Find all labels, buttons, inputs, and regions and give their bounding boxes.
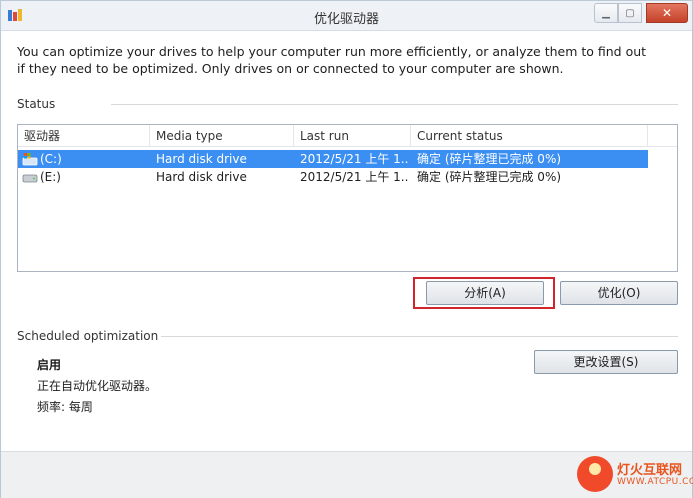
column-header-last-run[interactable]: Last run: [294, 125, 411, 147]
hard-drive-icon: [22, 174, 38, 183]
watermark-name: 灯火互联网: [617, 463, 683, 478]
analyze-button[interactable]: 分析(A): [426, 281, 544, 305]
system-drive-icon: [22, 153, 38, 166]
schedule-frequency: 频率: 每周: [37, 400, 93, 414]
status-section-label: Status: [17, 97, 56, 111]
column-header-drive[interactable]: 驱动器: [18, 125, 150, 147]
drive-list[interactable]: 驱动器 Media type Last run Current status (…: [17, 124, 678, 272]
intro-text: You can optimize your drives to help you…: [17, 44, 647, 76]
list-header: 驱动器 Media type Last run Current status: [18, 125, 677, 147]
maximize-icon: ▢: [625, 7, 635, 19]
watermark-url: WWW.ATCPU.COM: [617, 477, 693, 487]
media-type: Hard disk drive: [156, 152, 247, 166]
maximize-button[interactable]: ▢: [618, 3, 642, 23]
close-button[interactable]: ✕: [646, 3, 688, 23]
optimize-button[interactable]: 优化(O): [560, 281, 678, 305]
last-run: 2012/5/21 上午 1...: [300, 152, 408, 166]
minimize-button[interactable]: ▁: [594, 3, 618, 23]
last-run: 2012/5/21 上午 1...: [300, 170, 408, 184]
scheduled-section-label: Scheduled optimization: [17, 329, 159, 343]
scheduled-divider: [161, 336, 678, 337]
status-divider: [111, 104, 678, 105]
current-status: 确定 (碎片整理已完成 0%): [417, 170, 562, 184]
current-status: 确定 (碎片整理已完成 0%): [417, 152, 562, 166]
optimize-drives-window: 优化驱动器 ▁ ▢ ✕ You can optimize your drives…: [0, 0, 693, 498]
change-settings-button[interactable]: 更改设置(S): [534, 350, 678, 374]
column-header-current-status[interactable]: Current status: [411, 125, 648, 147]
schedule-description: 正在自动优化驱动器。: [37, 379, 158, 393]
title-bar: 优化驱动器 ▁ ▢ ✕: [1, 1, 692, 31]
minimize-icon: ▁: [602, 7, 610, 19]
drive-row-e[interactable]: (E:) Hard disk drive 2012/5/21 上午 1... 确…: [18, 168, 648, 186]
close-icon: ✕: [661, 6, 673, 20]
column-header-media-type[interactable]: Media type: [150, 125, 294, 147]
media-type: Hard disk drive: [156, 170, 247, 184]
window-title: 优化驱动器: [313, 12, 379, 27]
schedule-state: 启用: [37, 358, 62, 372]
drive-name: (E:): [40, 170, 61, 184]
watermark-logo-dot: [589, 463, 601, 475]
drive-name: (C:): [40, 152, 62, 166]
drive-row-c[interactable]: (C:) Hard disk drive 2012/5/21 上午 1... 确…: [18, 150, 648, 168]
